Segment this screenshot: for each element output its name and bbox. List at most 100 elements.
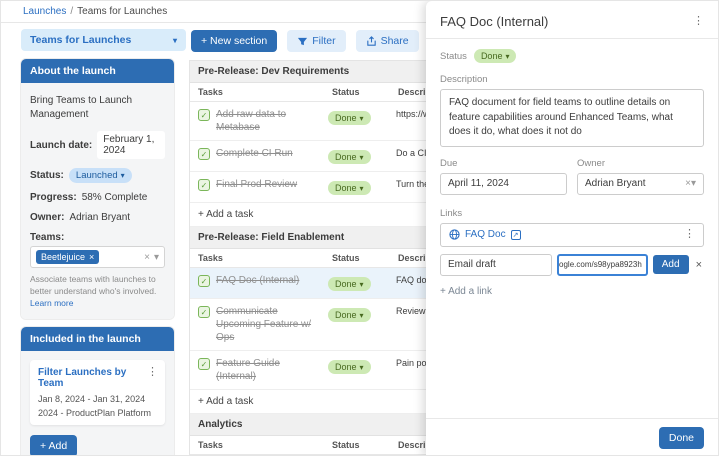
due-date-input[interactable]: April 11, 2024: [440, 173, 567, 195]
owner-select[interactable]: Adrian Bryant × ▾: [577, 173, 704, 195]
chevron-down-icon: ▾: [173, 36, 177, 45]
task-status-value: Done: [335, 152, 357, 162]
task-checkbox[interactable]: ✓: [198, 358, 210, 370]
clear-teams-icon[interactable]: ×: [144, 252, 150, 263]
status-label: Status:: [30, 170, 64, 181]
chevron-down-icon: ▾: [360, 184, 364, 193]
linked-launch-card[interactable]: Filter Launches by Team Jan 8, 2024 - Ja…: [30, 360, 165, 425]
link-name-input[interactable]: Email draft: [440, 254, 552, 276]
about-launch-card: About the launch Bring Teams to Launch M…: [21, 59, 174, 319]
teams-helper-text: Associate teams with launches to better …: [30, 274, 165, 310]
task-checkbox[interactable]: ✓: [198, 275, 210, 287]
task-status-dropdown[interactable]: Done▾: [328, 181, 371, 195]
task-checkbox[interactable]: ✓: [198, 179, 210, 191]
task-checkbox[interactable]: ✓: [198, 306, 210, 318]
status-column-header: Status: [324, 436, 390, 454]
task-cell: ✓ Final Prod Review: [190, 172, 324, 202]
included-launch-card: Included in the launch Filter Launches b…: [21, 327, 174, 456]
new-link-row: Email draft //www.google.com/s98ypa8923h…: [440, 254, 704, 276]
team-tag-beetlejuice[interactable]: Beetlejuice ×: [36, 250, 99, 264]
kebab-menu-icon[interactable]: ⋮: [693, 16, 704, 27]
team-selector-label: Teams for Launches: [30, 34, 131, 46]
task-title[interactable]: Feature Guide (Internal): [216, 357, 320, 383]
chevron-down-icon: ▾: [121, 171, 125, 180]
chevron-down-icon: ▾: [360, 153, 364, 162]
task-checkbox[interactable]: ✓: [198, 148, 210, 160]
task-status-value: Done: [335, 183, 357, 193]
due-date-value: April 11, 2024: [448, 178, 509, 189]
learn-more-link[interactable]: Learn more: [30, 298, 73, 308]
launch-status-dropdown[interactable]: Launched ▾: [69, 168, 132, 183]
add-launch-button[interactable]: + Add: [30, 435, 77, 456]
launch-date-input[interactable]: February 1, 2024: [97, 131, 165, 159]
description-textarea[interactable]: FAQ document for field teams to outline …: [440, 89, 704, 147]
filter-icon: [297, 36, 308, 47]
progress-label: Progress:: [30, 192, 77, 203]
kebab-menu-icon[interactable]: ⋮: [684, 229, 695, 240]
breadcrumb-launches-link[interactable]: Launches: [23, 6, 66, 17]
task-title[interactable]: Add raw data to Metabase: [216, 108, 320, 134]
helper-text: Associate teams with launches to better …: [30, 274, 156, 296]
add-link-button[interactable]: Add: [653, 255, 689, 274]
add-a-link-button[interactable]: + Add a link: [440, 286, 704, 297]
links-label: Links: [440, 208, 704, 219]
link-url-input[interactable]: //www.google.com/s98ypa8923h: [557, 254, 648, 276]
kebab-menu-icon[interactable]: ⋮: [147, 367, 158, 378]
panel-owner-value: Adrian Bryant: [585, 178, 646, 189]
link-url-value: //www.google.com/s98ypa8923h: [557, 260, 642, 269]
share-icon: [366, 36, 377, 47]
owner-label: Owner:: [30, 212, 64, 223]
task-status-dropdown[interactable]: Done▾: [328, 360, 371, 374]
task-cell: ✓ FAQ Doc (Internal): [190, 268, 324, 298]
app-window: Launches / Teams for Launches Teams for …: [0, 0, 719, 456]
task-status-dropdown[interactable]: Done▾: [328, 277, 371, 291]
task-status-value: Done: [335, 113, 357, 123]
launch-date-label: Launch date:: [30, 140, 92, 151]
done-button[interactable]: Done: [659, 427, 704, 449]
status-cell: Done▾: [324, 172, 390, 202]
close-icon[interactable]: ×: [89, 252, 94, 262]
task-cell: ✓ Add raw data to Metabase: [190, 102, 324, 140]
filter-button[interactable]: Filter: [287, 30, 345, 52]
tasks-column-header: Tasks: [190, 436, 324, 454]
task-cell: ✓ Feature Guide (Internal): [190, 351, 324, 389]
status-cell: Done▾: [324, 351, 390, 389]
task-status-dropdown[interactable]: Done▾: [328, 150, 371, 164]
panel-owner-label: Owner: [577, 158, 704, 169]
task-checkbox[interactable]: ✓: [198, 109, 210, 121]
panel-title: FAQ Doc (Internal): [440, 14, 548, 29]
task-title[interactable]: Communicate Upcoming Feature w/ Ops: [216, 305, 320, 344]
task-title[interactable]: Complete CI Run: [216, 147, 320, 160]
linked-launch-subtitle: 2024 - ProductPlan Platform: [38, 408, 157, 418]
sidebar: Teams for Launches ▾ About the launch Br…: [21, 29, 186, 456]
task-status-dropdown[interactable]: Done▾: [328, 111, 371, 125]
panel-status-dropdown[interactable]: Done ▾: [474, 49, 517, 63]
tasks-column-header: Tasks: [190, 249, 324, 267]
chevron-down-icon: ▾: [360, 280, 364, 289]
status-column-header: Status: [324, 249, 390, 267]
task-status-dropdown[interactable]: Done▾: [328, 308, 371, 322]
description-label: Description: [440, 74, 704, 85]
linked-launch-title[interactable]: Filter Launches by Team: [38, 367, 148, 389]
chevron-down-icon[interactable]: ▾: [154, 252, 159, 263]
chevron-down-icon: ▾: [360, 311, 364, 320]
chevron-down-icon[interactable]: ▾: [691, 178, 696, 189]
task-status-value: Done: [335, 362, 357, 372]
link-name-value: Email draft: [448, 259, 496, 270]
teams-multiselect[interactable]: Beetlejuice × × ▾: [30, 246, 165, 268]
task-title[interactable]: FAQ Doc (Internal): [216, 274, 320, 287]
team-selector-dropdown[interactable]: Teams for Launches ▾: [21, 29, 186, 51]
tasks-column-header: Tasks: [190, 83, 324, 101]
task-status-value: Done: [335, 310, 357, 320]
status-column-header: Status: [324, 83, 390, 101]
cancel-link-icon[interactable]: ×: [694, 259, 704, 271]
progress-value: 58% Complete: [82, 192, 148, 203]
faq-doc-link[interactable]: FAQ Doc: [465, 229, 506, 240]
status-cell: Done▾: [324, 102, 390, 140]
share-button[interactable]: Share: [356, 30, 419, 52]
task-title[interactable]: Final Prod Review: [216, 178, 320, 191]
new-section-button[interactable]: + New section: [191, 30, 277, 52]
external-link-icon[interactable]: ↗: [511, 230, 521, 240]
team-tag-label: Beetlejuice: [41, 252, 85, 262]
panel-status-value: Done: [481, 51, 503, 61]
